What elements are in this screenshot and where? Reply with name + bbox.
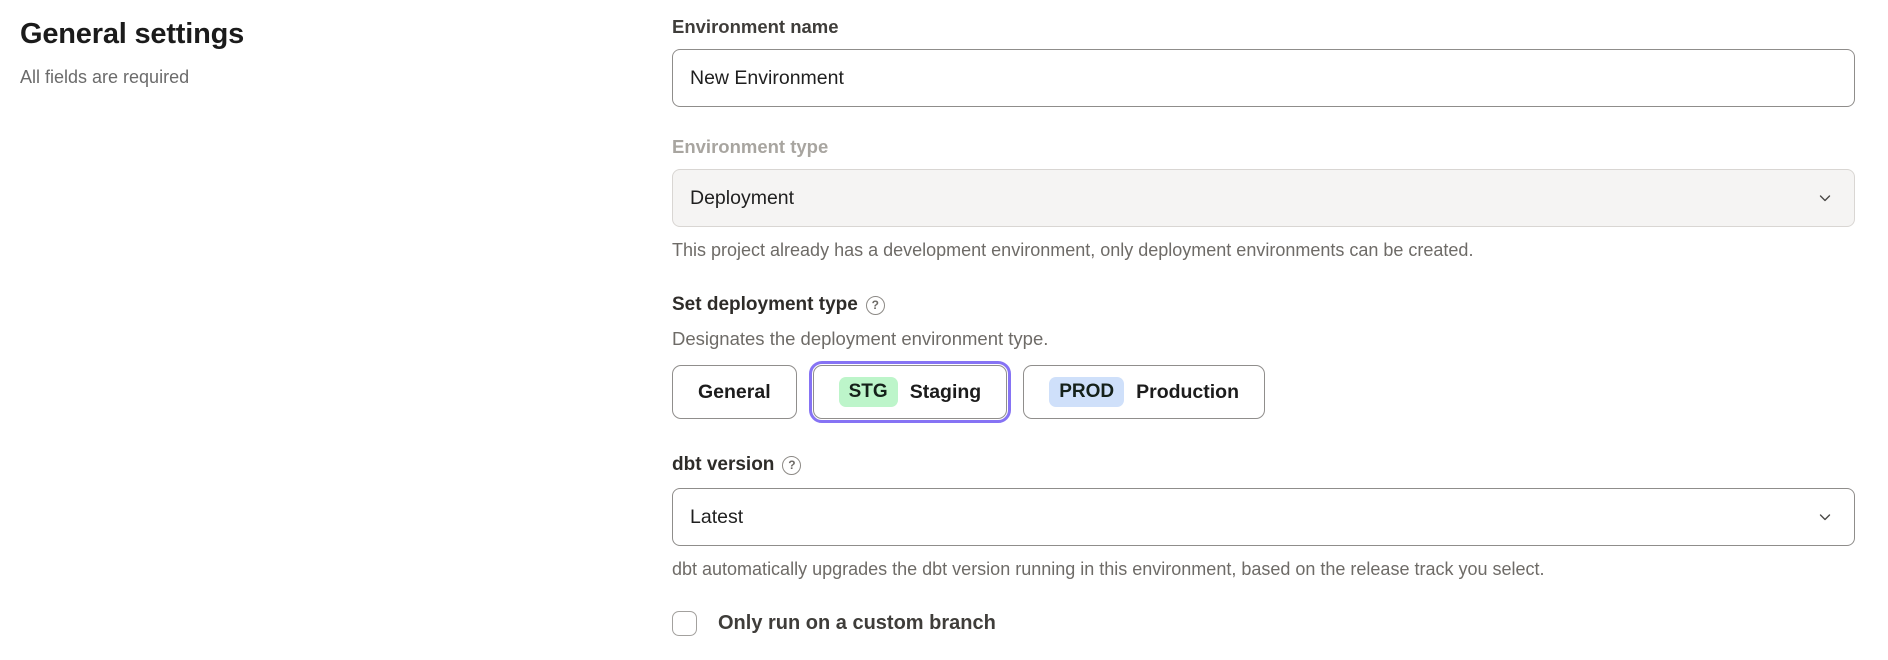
environment-name-input[interactable] xyxy=(672,49,1855,107)
custom-branch-checkbox[interactable] xyxy=(672,611,697,636)
page-subtitle: All fields are required xyxy=(20,67,672,88)
deployment-option-general-label: General xyxy=(698,381,771,404)
dbt-version-helper: dbt automatically upgrades the dbt versi… xyxy=(672,559,1855,580)
settings-form: Environment name Environment type Deploy… xyxy=(672,0,1855,660)
environment-type-label: Environment type xyxy=(672,136,1855,158)
chevron-down-icon xyxy=(1817,509,1833,525)
deployment-option-production-label: Production xyxy=(1136,381,1239,404)
dbt-version-section-label: dbt version ? xyxy=(672,454,1855,476)
dbt-version-value: Latest xyxy=(690,506,743,529)
custom-branch-label[interactable]: Only run on a custom branch xyxy=(718,612,996,635)
deployment-option-staging-label: Staging xyxy=(910,381,982,404)
environment-name-label: Environment name xyxy=(672,16,1855,38)
dbt-version-select[interactable]: Latest xyxy=(672,488,1855,546)
environment-type-value: Deployment xyxy=(690,187,794,210)
deployment-type-section-label: Set deployment type ? xyxy=(672,294,1855,316)
environment-type-select: Deployment xyxy=(672,169,1855,227)
deployment-type-label-text: Set deployment type xyxy=(672,294,858,316)
staging-badge: STG xyxy=(839,377,898,407)
page-title: General settings xyxy=(20,18,672,51)
deployment-option-general[interactable]: General xyxy=(672,365,797,419)
custom-branch-row: Only run on a custom branch xyxy=(672,611,1855,636)
help-icon[interactable]: ? xyxy=(866,296,885,315)
help-icon[interactable]: ? xyxy=(782,456,801,475)
deployment-option-staging[interactable]: STG Staging xyxy=(813,365,1008,419)
deployment-type-description: Designates the deployment environment ty… xyxy=(672,328,1855,350)
deployment-option-production[interactable]: PROD Production xyxy=(1023,365,1265,419)
dbt-version-label-text: dbt version xyxy=(672,454,774,476)
settings-header: General settings All fields are required xyxy=(0,0,672,660)
production-badge: PROD xyxy=(1049,377,1124,407)
general-settings-page: General settings All fields are required… xyxy=(0,0,1888,660)
deployment-type-options: General STG Staging PROD Production xyxy=(672,365,1855,419)
environment-type-helper: This project already has a development e… xyxy=(672,240,1855,261)
chevron-down-icon xyxy=(1817,190,1833,206)
